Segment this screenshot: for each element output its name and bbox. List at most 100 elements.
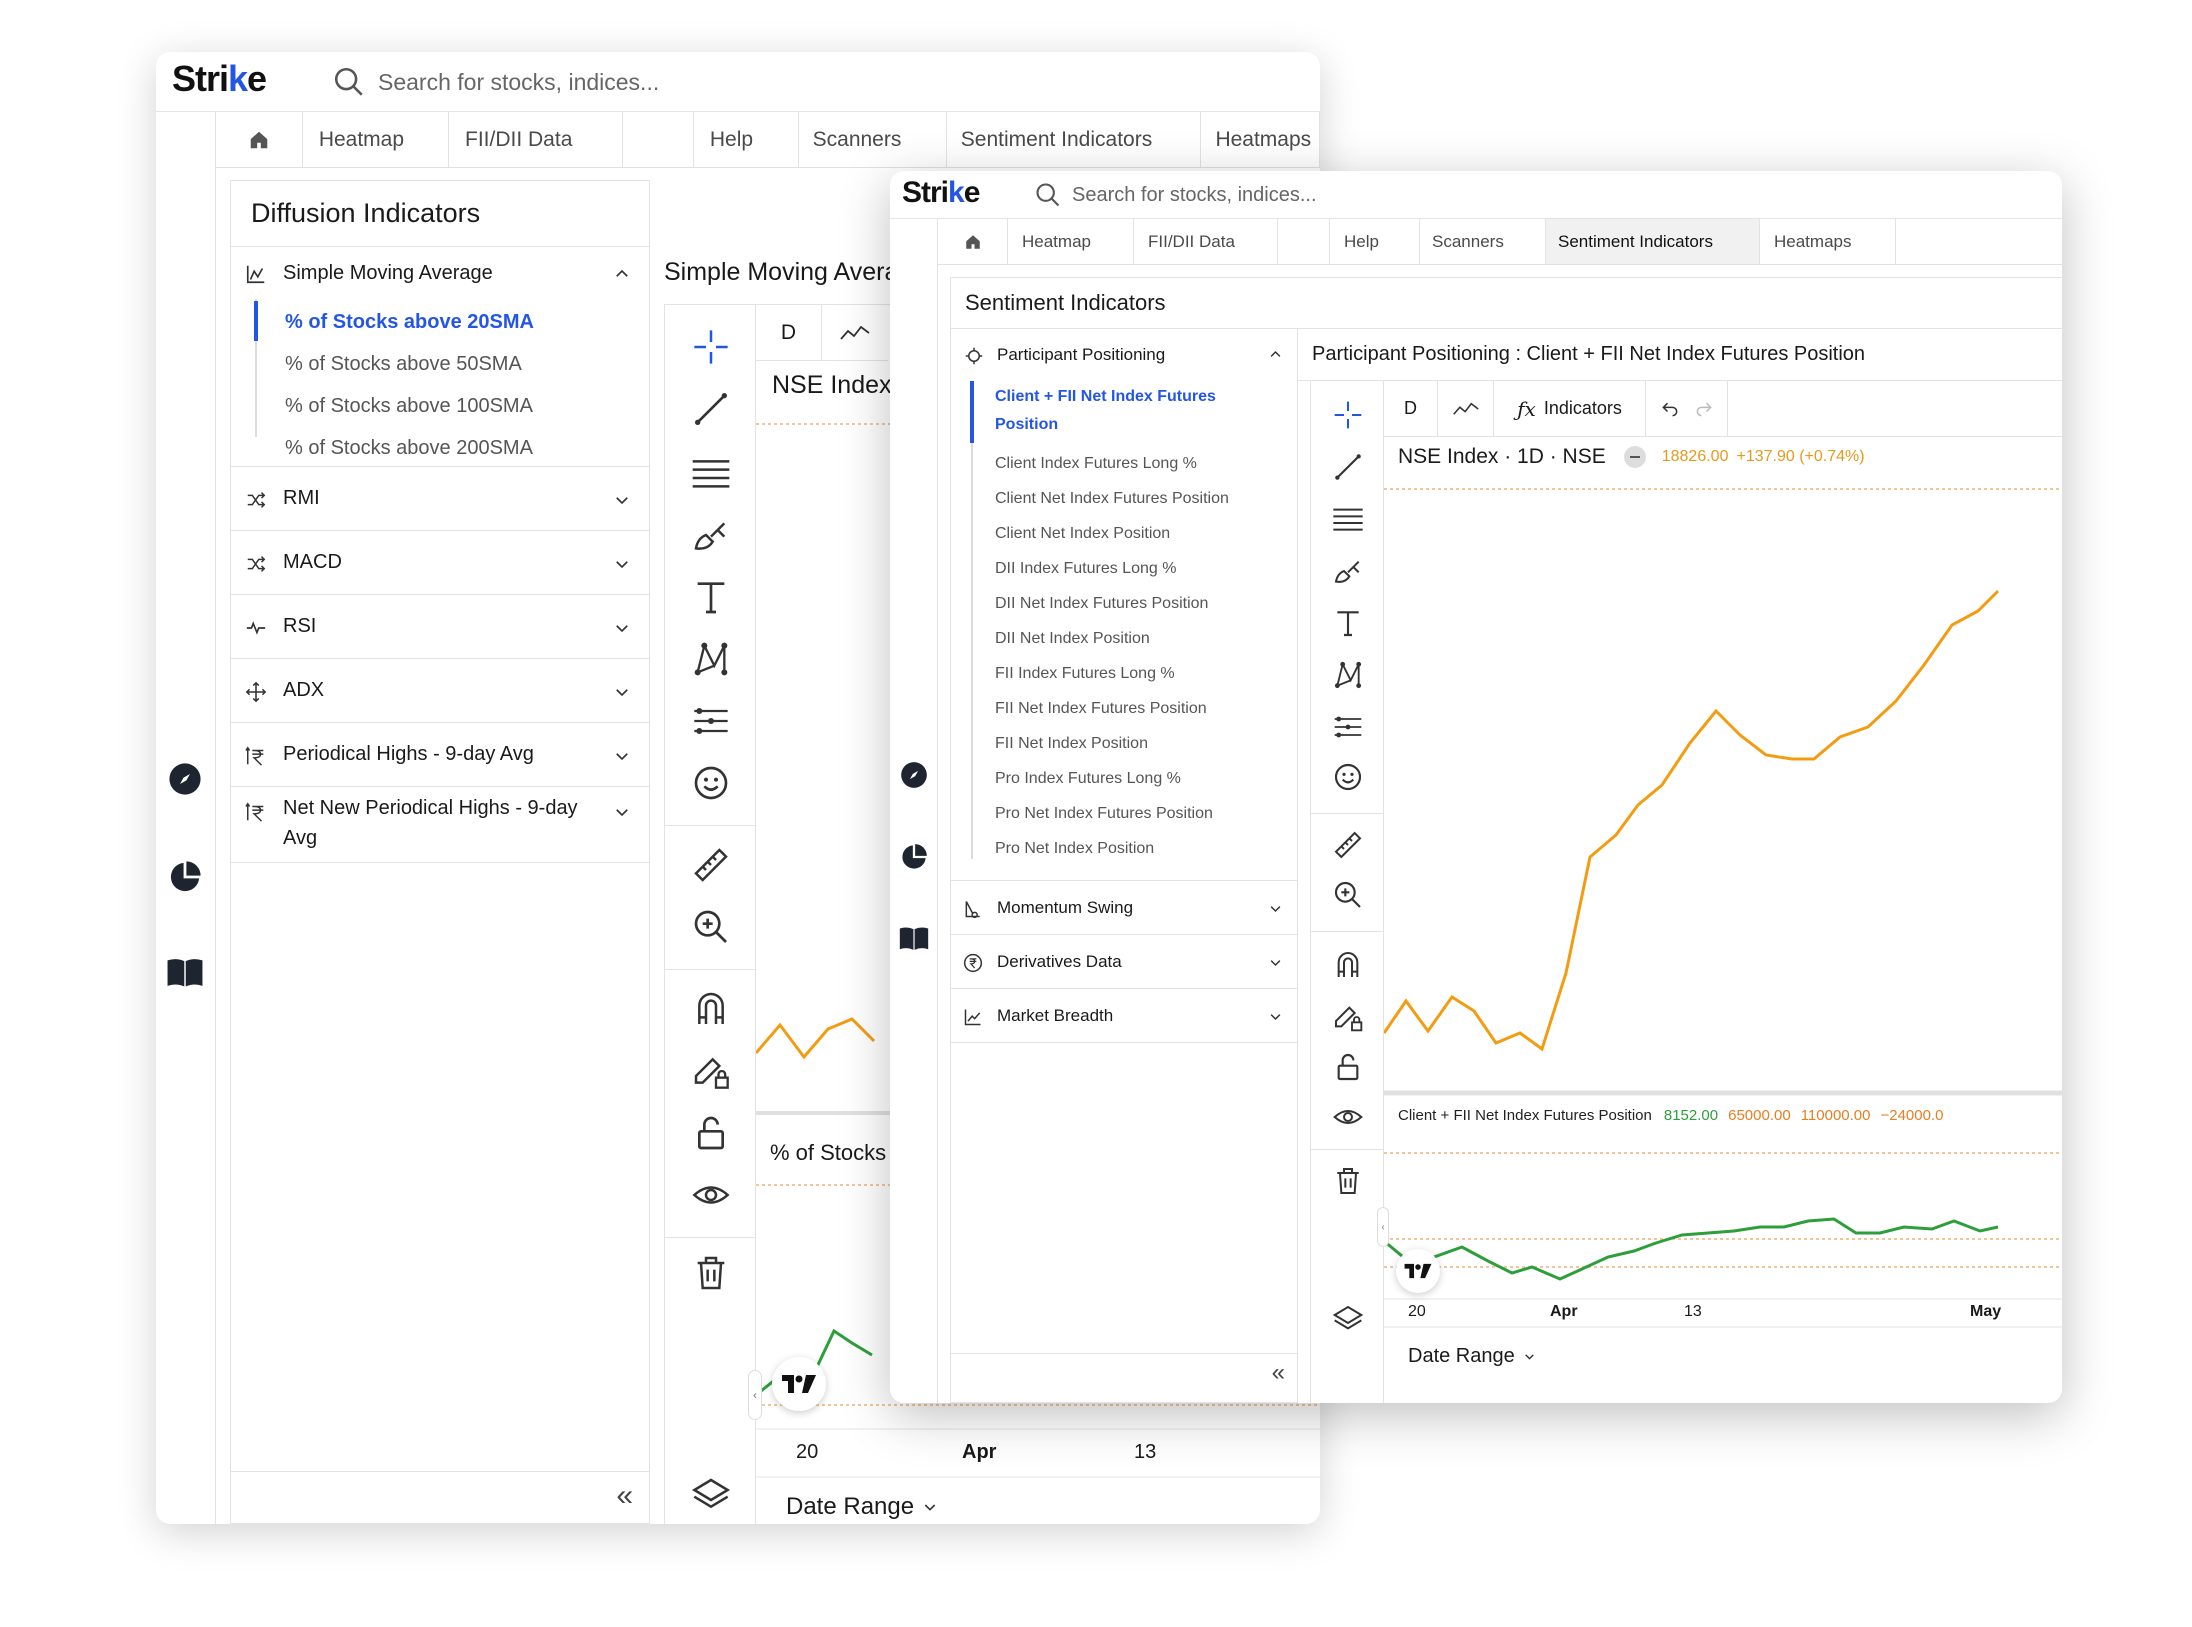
panel-footer-divider <box>231 1471 649 1472</box>
home-tab[interactable] <box>216 112 303 167</box>
tab-fii-dii[interactable]: FII/DII Data <box>1134 219 1278 264</box>
date-range-dropdown[interactable]: Date Range <box>1408 1345 1536 1368</box>
pie-chart-icon[interactable] <box>168 860 202 894</box>
tab-heatmap[interactable]: Heatmap <box>1008 219 1134 264</box>
tab-heatmaps[interactable]: Heatmaps <box>1760 219 1896 264</box>
submenu-item[interactable]: Client + FII Net Index Futures Position <box>995 383 1255 439</box>
accordion-net-new-periodical-highs[interactable]: Net New Periodical Highs - 9-day Avg <box>231 787 649 863</box>
accordion-derivatives-data[interactable]: Derivatives Data <box>951 935 1297 989</box>
trash-icon[interactable] <box>691 1253 731 1293</box>
forecast-icon[interactable] <box>691 701 731 741</box>
front-app-window: Strike Search for stocks, indices... Hea… <box>890 171 2062 1403</box>
ruler-icon[interactable] <box>1332 829 1364 861</box>
submenu-item[interactable]: % of Stocks above 20SMA <box>285 311 534 334</box>
accordion-market-breadth[interactable]: Market Breadth <box>951 989 1297 1043</box>
accordion-participant-positioning[interactable]: Participant Positioning <box>951 329 1297 381</box>
brush-icon[interactable] <box>1332 555 1364 587</box>
accordion-periodical-highs[interactable]: Periodical Highs - 9-day Avg <box>231 723 649 787</box>
tab-scanners[interactable]: Scanners <box>799 112 947 167</box>
submenu-item[interactable]: % of Stocks above 100SMA <box>285 395 533 418</box>
accordion-rmi[interactable]: RMI <box>231 467 649 531</box>
submenu-item[interactable]: Client Net Index Position <box>995 525 1170 543</box>
tab-scanners[interactable]: Scanners <box>1420 219 1546 264</box>
text-tool-icon[interactable] <box>691 577 731 617</box>
date-range-dropdown[interactable]: Date Range <box>786 1493 938 1521</box>
lock-drawings-icon[interactable] <box>691 1051 731 1091</box>
submenu-item[interactable]: DII Index Futures Long % <box>995 560 1176 578</box>
submenu-item[interactable]: DII Net Index Futures Position <box>995 595 1208 613</box>
accordion-macd[interactable]: MACD <box>231 531 649 595</box>
tab-sentiment-indicators[interactable]: Sentiment Indicators <box>947 112 1202 167</box>
zoom-in-icon[interactable] <box>691 907 731 947</box>
tradingview-logo[interactable] <box>1396 1249 1440 1293</box>
collapse-panel-button[interactable]: « <box>616 1479 633 1513</box>
magnet-icon[interactable] <box>1332 949 1364 981</box>
unlock-icon[interactable] <box>691 1113 731 1153</box>
submenu-item[interactable]: Pro Net Index Position <box>995 840 1154 858</box>
pie-chart-icon[interactable] <box>900 843 928 871</box>
home-tab[interactable] <box>938 219 1008 264</box>
crosshair-icon[interactable] <box>1332 399 1364 431</box>
crosshair-icon[interactable] <box>691 327 731 367</box>
strike-logo[interactable]: Strike <box>902 176 980 210</box>
tab-sentiment-indicators[interactable]: Sentiment Indicators <box>1546 219 1760 264</box>
lock-drawings-icon[interactable] <box>1332 1001 1364 1033</box>
forecast-icon[interactable] <box>1332 711 1364 743</box>
chevron-down-icon <box>1270 1014 1281 1021</box>
pane-resize-handle[interactable]: ‹ <box>748 1370 762 1420</box>
tradingview-logo[interactable] <box>772 1357 826 1411</box>
accordion-adx[interactable]: ADX <box>231 659 649 723</box>
eye-icon[interactable] <box>691 1175 731 1215</box>
search-bar[interactable]: Search for stocks, indices... <box>1034 180 1317 210</box>
emoji-icon[interactable] <box>1332 761 1364 793</box>
magnet-icon[interactable] <box>691 989 731 1029</box>
accordion-label: RMI <box>283 487 320 509</box>
accordion-simple-moving-average[interactable]: Simple Moving Average <box>231 247 649 299</box>
book-icon[interactable] <box>166 956 204 988</box>
layers-icon[interactable] <box>691 1475 731 1515</box>
unlock-icon[interactable] <box>1332 1051 1364 1083</box>
tab-heatmap[interactable]: Heatmap <box>303 112 450 167</box>
pattern-icon[interactable] <box>691 639 731 679</box>
submenu-item[interactable]: Client Net Index Futures Position <box>995 490 1229 508</box>
ruler-icon[interactable] <box>691 845 731 885</box>
search-bar[interactable]: Search for stocks, indices... <box>332 64 659 100</box>
compass-icon[interactable] <box>168 762 202 796</box>
submenu-item[interactable]: FII Net Index Position <box>995 735 1148 753</box>
brush-icon[interactable] <box>691 515 731 555</box>
tab-blank[interactable] <box>623 112 694 167</box>
strike-logo[interactable]: Strike <box>172 58 267 100</box>
submenu-item[interactable]: FII Index Futures Long % <box>995 665 1175 683</box>
horizontal-lines-icon[interactable] <box>689 453 733 493</box>
tab-help[interactable]: Help <box>694 112 799 167</box>
zoom-in-icon[interactable] <box>1332 879 1364 911</box>
submenu-item[interactable]: Client Index Futures Long % <box>995 455 1197 473</box>
pattern-icon[interactable] <box>1332 659 1364 691</box>
trend-line-icon[interactable] <box>691 389 731 429</box>
emoji-icon[interactable] <box>691 763 731 803</box>
submenu-item[interactable]: Pro Net Index Futures Position <box>995 805 1213 823</box>
chart-area[interactable]: D ƒx Indicators NSE Index · 1D · NSE 188… <box>1384 381 2062 1403</box>
compass-icon[interactable] <box>900 761 928 789</box>
chart-area-icon <box>246 265 265 284</box>
trash-icon[interactable] <box>1332 1165 1364 1197</box>
book-icon[interactable] <box>898 925 930 951</box>
tab-heatmaps[interactable]: Heatmaps <box>1201 112 1320 167</box>
text-tool-icon[interactable] <box>1332 607 1364 639</box>
accordion-rsi[interactable]: RSI <box>231 595 649 659</box>
submenu-item[interactable]: % of Stocks above 50SMA <box>285 353 522 376</box>
accordion-momentum-swing[interactable]: Momentum Swing <box>951 881 1297 935</box>
trend-line-icon[interactable] <box>1332 451 1364 483</box>
eye-icon[interactable] <box>1332 1101 1364 1133</box>
submenu-item[interactable]: Pro Index Futures Long % <box>995 770 1181 788</box>
collapse-panel-button[interactable]: « <box>1272 1359 1285 1387</box>
submenu-item[interactable]: FII Net Index Futures Position <box>995 700 1207 718</box>
pane-resize-handle[interactable]: ‹ <box>1377 1207 1389 1247</box>
tab-help[interactable]: Help <box>1330 219 1420 264</box>
tab-fii-dii[interactable]: FII/DII Data <box>449 112 623 167</box>
layers-icon[interactable] <box>1332 1303 1364 1335</box>
tab-blank[interactable] <box>1278 219 1330 264</box>
submenu-item[interactable]: DII Net Index Position <box>995 630 1150 648</box>
submenu-item[interactable]: % of Stocks above 200SMA <box>285 437 533 460</box>
horizontal-lines-icon[interactable] <box>1330 503 1366 535</box>
